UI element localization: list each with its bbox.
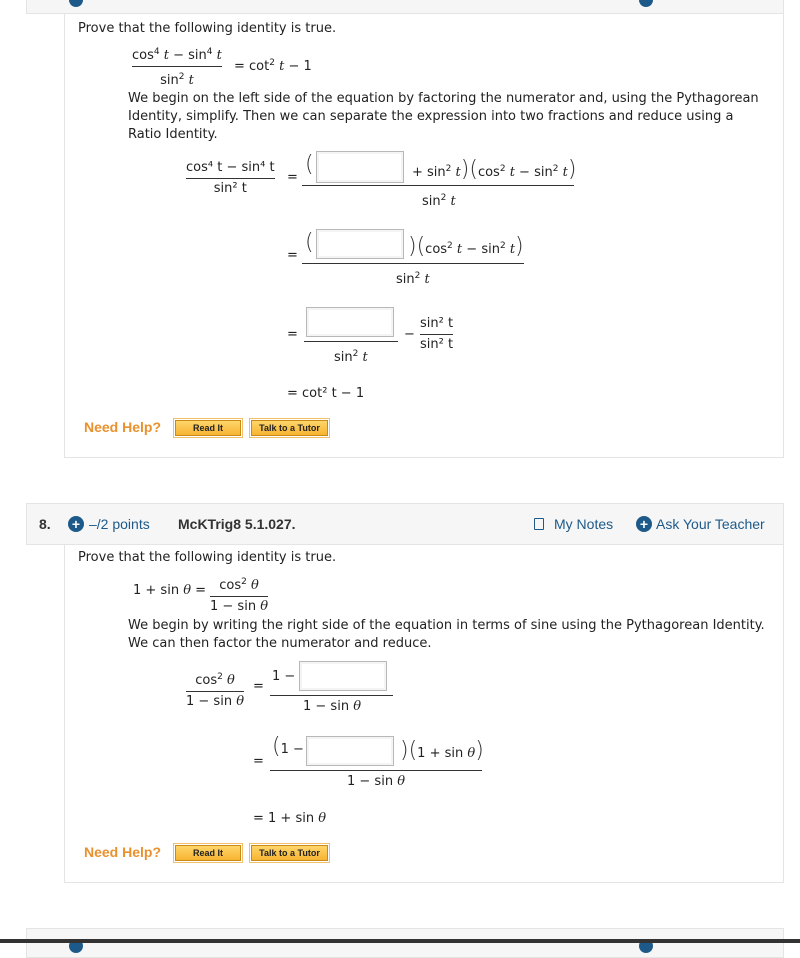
step1-lhs: cos2 θ 1 − sin θ xyxy=(186,672,245,709)
step2-denominator: sin2 t xyxy=(396,271,430,287)
question-7-header xyxy=(26,0,784,14)
step4-result: = cot² t − 1 xyxy=(287,386,365,401)
equals-sign: = xyxy=(287,248,298,263)
question-7-instructions: We begin on the left side of the equatio… xyxy=(128,91,759,142)
talk-to-tutor-button[interactable]: Talk to a Tutor xyxy=(249,418,330,438)
equals-sign: = xyxy=(287,327,298,342)
identity-fraction: cos4 t − sin4 t sin2 t xyxy=(132,47,222,88)
read-it-button[interactable]: Read It xyxy=(173,418,243,438)
points-icon xyxy=(69,0,83,7)
answer-box-1[interactable] xyxy=(316,151,404,183)
identity-fraction: cos2 θ 1 − sin θ xyxy=(210,577,269,614)
window-bottom-edge xyxy=(0,939,800,943)
question-id: McKTrig8 5.1.027. xyxy=(178,516,296,532)
step1-fraction-bar xyxy=(302,185,574,186)
plus-circle-icon: + xyxy=(636,516,652,532)
question-7-prompt: Prove that the following identity is tru… xyxy=(78,21,337,36)
ask-teacher-icon xyxy=(639,0,653,7)
paren-open: ( xyxy=(305,230,314,255)
question-number: 8. xyxy=(39,516,51,532)
step1-denominator: sin2 t xyxy=(422,193,456,209)
step2-numerator-rest: )(cos2 t − sin2 t) xyxy=(408,234,524,259)
equals-sign: = xyxy=(253,679,264,694)
read-it-button[interactable]: Read It xyxy=(173,843,243,863)
step1-num-prefix: 1 − xyxy=(272,669,296,684)
question-9-header xyxy=(26,928,784,958)
points-label[interactable]: –/2 points xyxy=(89,516,150,532)
step3-result: = 1 + sin θ xyxy=(253,811,327,826)
need-help-label: Need Help? xyxy=(84,844,162,860)
step2-denominator: 1 − sin θ xyxy=(347,774,406,789)
need-help-label: Need Help? xyxy=(84,419,162,435)
step3-denominator: sin2 t xyxy=(334,349,368,365)
step1-numerator-rest: + sin2 t)(cos2 t − sin2 t) xyxy=(412,157,577,182)
equals-sign: = xyxy=(253,754,264,769)
step3-ratio: sin² t sin² t xyxy=(420,316,454,352)
answer-box-1[interactable] xyxy=(299,661,387,691)
plus-circle-icon[interactable]: + xyxy=(68,516,84,532)
minus-sign: − xyxy=(404,327,415,342)
talk-to-tutor-button[interactable]: Talk to a Tutor xyxy=(249,843,330,863)
paren-open: ( xyxy=(305,152,314,177)
step2-fraction-bar xyxy=(302,263,524,264)
answer-box-2[interactable] xyxy=(306,736,394,766)
step1-denominator: 1 − sin θ xyxy=(303,699,362,714)
step1-fraction-bar xyxy=(270,695,393,696)
answer-box-3[interactable] xyxy=(306,307,394,337)
step3-fraction-bar xyxy=(304,341,398,342)
question-8-instructions: We begin by writing the right side of th… xyxy=(128,618,765,651)
answer-box-2[interactable] xyxy=(316,229,404,259)
equals-sign: = xyxy=(287,170,298,185)
step1-lhs: cos⁴ t − sin⁴ t sin² t xyxy=(186,160,275,196)
step2-fraction-bar xyxy=(270,770,482,771)
step2-num-prefix: (1 − xyxy=(272,734,304,759)
notes-icon xyxy=(534,518,544,530)
step2-numerator-rest: )(1 + sin θ) xyxy=(400,738,484,763)
question-8-prompt: Prove that the following identity is tru… xyxy=(78,550,337,565)
identity-rhs: = cot2 t − 1 xyxy=(234,58,312,74)
identity-lhs: 1 + sin θ = xyxy=(133,583,207,598)
